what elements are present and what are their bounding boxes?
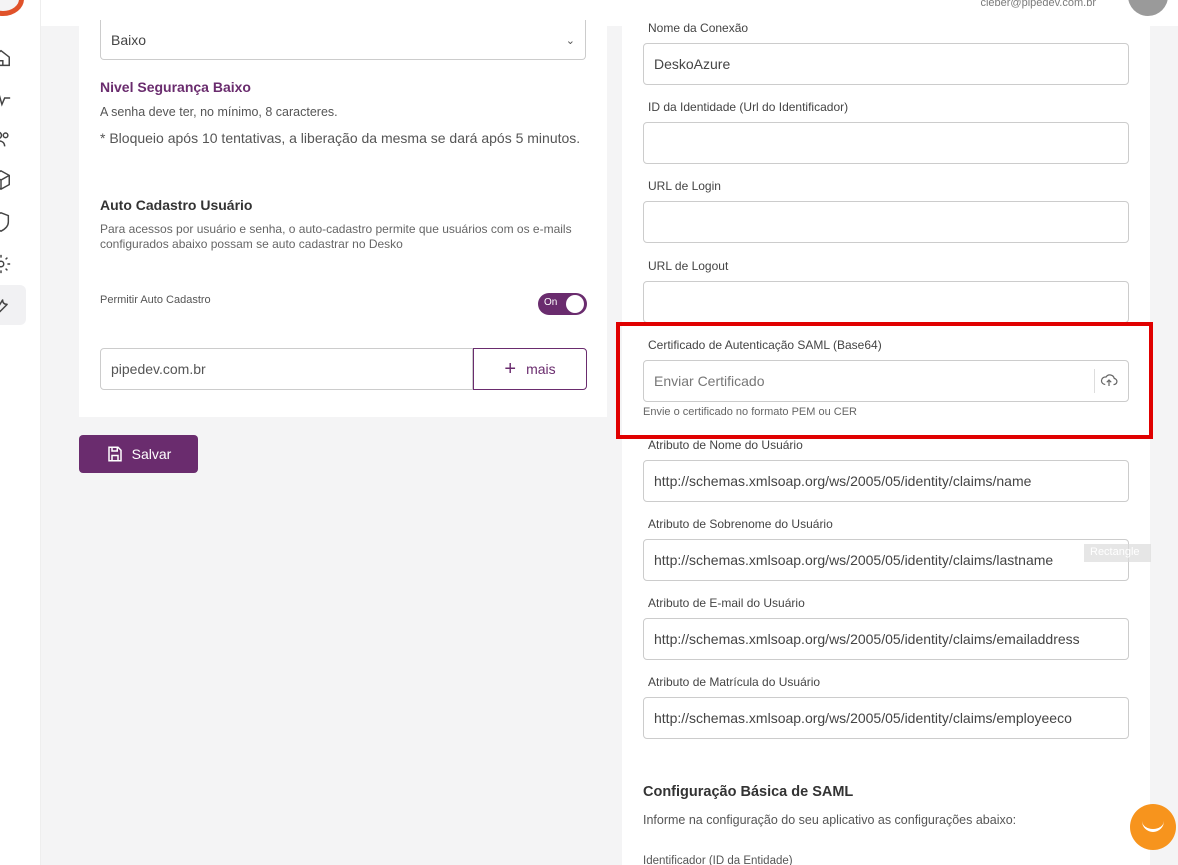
login-url-input[interactable]: [643, 201, 1129, 243]
security-block-rule: * Bloqueio após 10 tentativas, a liberaç…: [100, 130, 581, 146]
home-icon: [0, 49, 10, 67]
registration-attribute-label: Atributo de Matrícula do Usuário: [648, 675, 821, 689]
security-level-value: Baixo: [111, 32, 147, 48]
save-label: Salvar: [131, 446, 172, 462]
sidebar: [0, 0, 41, 865]
logout-url-input[interactable]: [643, 281, 1129, 323]
add-domain-button[interactable]: + mais: [473, 348, 587, 390]
identity-id-input[interactable]: [643, 122, 1129, 164]
rectangle-tag: Rectangle: [1084, 544, 1151, 562]
email-attribute-input[interactable]: http://schemas.xmlsoap.org/ws/2005/05/id…: [643, 618, 1129, 660]
entity-id-label: Identificador (ID da Entidade): [643, 855, 793, 865]
name-attribute-input[interactable]: http://schemas.xmlsoap.org/ws/2005/05/id…: [643, 460, 1129, 502]
sidebar-item-users[interactable]: [0, 126, 26, 152]
user-email: cleber@pipedev.com.br: [980, 0, 1096, 9]
add-domain-label: mais: [526, 361, 556, 377]
toggle-knob: [566, 295, 584, 313]
auto-register-title: Auto Cadastro Usuário: [100, 197, 253, 213]
users-icon: [0, 131, 9, 147]
plus-icon: +: [504, 358, 517, 380]
security-level-title: Nivel Segurança Baixo: [100, 79, 251, 95]
auto-register-toggle[interactable]: On: [538, 293, 587, 315]
identity-id-label: ID da Identidade (Url do Identificador): [648, 100, 849, 114]
security-settings-panel: Baixo ⌄ Nivel Segurança Baixo A senha de…: [79, 20, 607, 417]
connection-name-label: Nome da Conexão: [648, 21, 749, 35]
saml-connection-panel: Nome da Conexão DeskoAzure ID da Identid…: [622, 21, 1150, 865]
app-logo[interactable]: [0, 0, 24, 16]
saml-basic-config-title: Configuração Básica de SAML: [643, 784, 854, 800]
sidebar-item-tools[interactable]: [0, 285, 26, 325]
email-domain-input[interactable]: pipedev.com.br: [100, 348, 473, 390]
tools-icon: [0, 299, 8, 313]
lastname-attribute-input[interactable]: http://schemas.xmlsoap.org/ws/2005/05/id…: [643, 539, 1129, 581]
avatar[interactable]: [1128, 0, 1168, 16]
box-icon: [0, 169, 10, 191]
lastname-attribute-label: Atributo de Sobrenome do Usuário: [648, 517, 833, 531]
save-button[interactable]: Salvar: [79, 435, 198, 473]
save-icon: [107, 446, 122, 462]
permit-auto-register-label: Permitir Auto Cadastro: [100, 294, 211, 306]
logout-url-label: URL de Logout: [648, 259, 729, 273]
shield-icon: [0, 212, 10, 232]
sidebar-item-box[interactable]: [0, 167, 26, 193]
login-url-label: URL de Login: [648, 179, 721, 193]
connection-name-input[interactable]: DeskoAzure: [643, 43, 1129, 85]
certificate-highlight-box: [616, 322, 1153, 439]
registration-attribute-input[interactable]: http://schemas.xmlsoap.org/ws/2005/05/id…: [643, 697, 1129, 739]
chevron-down-icon: ⌄: [565, 35, 575, 47]
chat-widget-button[interactable]: [1130, 804, 1176, 850]
security-min-chars: A senha deve ter, no mínimo, 8 caractere…: [100, 105, 338, 119]
email-attribute-label: Atributo de E-mail do Usuário: [648, 596, 805, 610]
sidebar-item-activity[interactable]: [0, 85, 26, 111]
sidebar-item-home[interactable]: [0, 45, 26, 71]
toggle-state-text: On: [544, 297, 558, 308]
chat-icon: [1142, 820, 1164, 832]
saml-basic-config-description: Informe na configuração do seu aplicativ…: [643, 813, 1017, 827]
gear-icon: [0, 254, 11, 274]
auto-register-description: Para acessos por usuário e senha, o auto…: [100, 222, 572, 251]
sidebar-item-security[interactable]: [0, 209, 26, 235]
sidebar-item-settings[interactable]: [0, 251, 26, 277]
name-attribute-label: Atributo de Nome do Usuário: [648, 438, 803, 452]
activity-icon: [0, 95, 11, 107]
security-level-select[interactable]: Baixo ⌄: [100, 20, 586, 60]
